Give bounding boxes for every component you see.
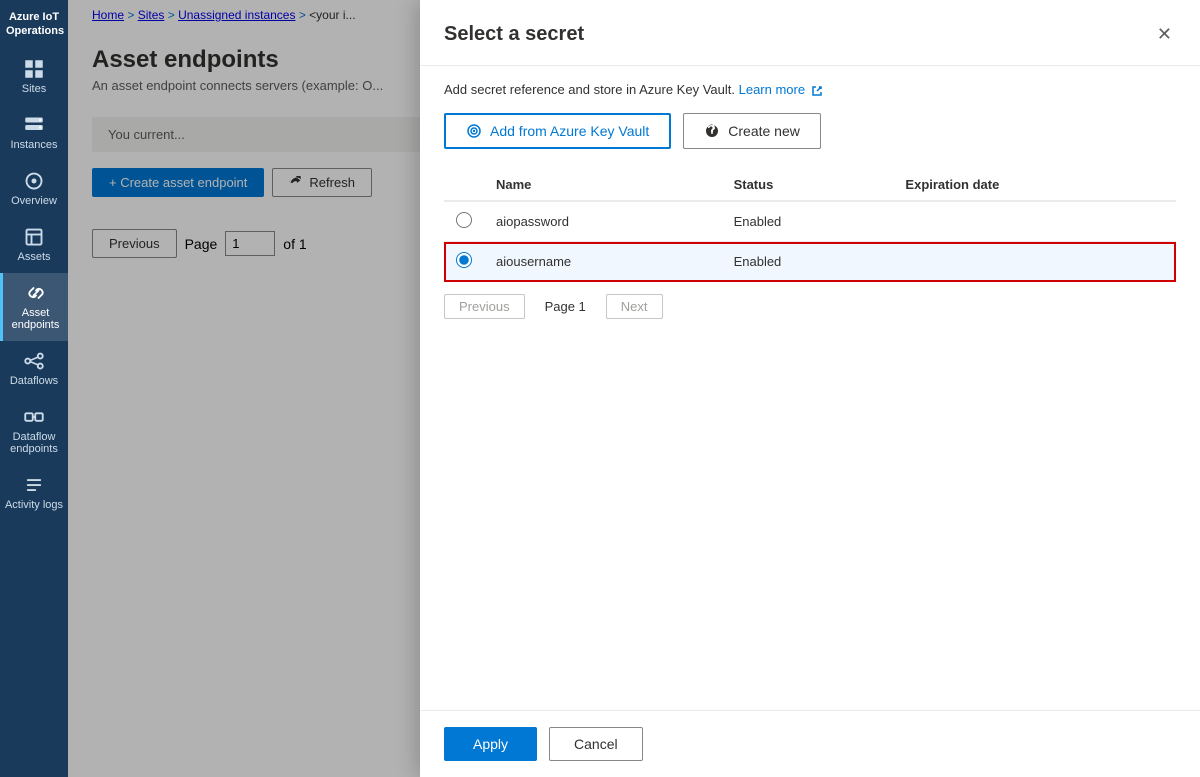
secret-name-aiopassword: aiopassword [484, 201, 722, 242]
secret-expiration-aiopassword [893, 201, 1176, 242]
sidebar-item-activity-logs[interactable]: Activity logs [0, 465, 68, 521]
dataflows-icon [24, 351, 44, 371]
sidebar-item-dataflows[interactable]: Dataflows [0, 341, 68, 397]
modal-body: Add secret reference and store in Azure … [420, 66, 1200, 710]
dataflow-endpoints-icon [24, 407, 44, 427]
add-from-keyvault-button[interactable]: Add from Azure Key Vault [444, 113, 671, 149]
sidebar-item-dataflow-endpoints-label: Dataflow endpoints [4, 431, 64, 455]
sidebar-item-overview-label: Overview [11, 195, 57, 207]
create-new-icon [704, 123, 720, 139]
secret-status-aiopassword: Enabled [722, 201, 894, 242]
modal-next-button[interactable]: Next [606, 294, 663, 319]
sidebar-item-activity-logs-label: Activity logs [5, 499, 63, 511]
sidebar-item-asset-endpoints-label: Asset endpoints [7, 307, 64, 331]
overview-icon [24, 171, 44, 191]
learn-more-link[interactable]: Learn more [739, 82, 823, 97]
radio-cell-aiopassword[interactable] [444, 201, 484, 242]
modal-panel: Select a secret ✕ Add secret reference a… [420, 0, 1200, 777]
keyvault-icon [466, 123, 482, 139]
secrets-table: Name Status Expiration date aiopassword … [444, 169, 1176, 282]
server-icon [24, 115, 44, 135]
secret-expiration-aiousername [893, 242, 1176, 282]
modal-header: Select a secret ✕ [420, 0, 1200, 66]
create-new-label: Create new [728, 123, 800, 139]
col-expiration: Expiration date [893, 169, 1176, 201]
modal-close-button[interactable]: ✕ [1153, 20, 1176, 49]
modal-page-label: Page 1 [533, 295, 598, 318]
col-name: Name [484, 169, 722, 201]
table-row-selected[interactable]: aiousername Enabled [444, 242, 1176, 282]
assets-icon [24, 227, 44, 247]
sidebar: Azure IoT Operations Sites Instances Ove… [0, 0, 68, 777]
apply-button[interactable]: Apply [444, 727, 537, 761]
sidebar-item-assets[interactable]: Assets [0, 217, 68, 273]
radio-cell-aiousername[interactable] [444, 242, 484, 282]
sidebar-item-assets-label: Assets [17, 251, 50, 263]
col-status: Status [722, 169, 894, 201]
grid-icon [24, 59, 44, 79]
sidebar-item-asset-endpoints[interactable]: Asset endpoints [0, 273, 68, 341]
modal-pagination: Previous Page 1 Next [444, 294, 1176, 319]
sidebar-item-sites-label: Sites [22, 83, 46, 95]
col-select [444, 169, 484, 201]
modal-previous-button[interactable]: Previous [444, 294, 525, 319]
external-link-icon [811, 85, 823, 97]
table-row[interactable]: aiopassword Enabled [444, 201, 1176, 242]
app-title: Azure IoT Operations [0, 0, 68, 49]
sidebar-item-dataflows-label: Dataflows [10, 375, 58, 387]
radio-aiousername[interactable] [456, 252, 472, 268]
secret-status-aiousername: Enabled [722, 242, 894, 282]
sidebar-item-instances-label: Instances [10, 139, 57, 151]
secret-name-aiousername: aiousername [484, 242, 722, 282]
table-header-row: Name Status Expiration date [444, 169, 1176, 201]
modal-footer: Apply Cancel [420, 710, 1200, 777]
sidebar-item-overview[interactable]: Overview [0, 161, 68, 217]
create-new-button[interactable]: Create new [683, 113, 821, 149]
sidebar-item-dataflow-endpoints[interactable]: Dataflow endpoints [0, 397, 68, 465]
sidebar-item-instances[interactable]: Instances [0, 105, 68, 161]
add-keyvault-label: Add from Azure Key Vault [490, 123, 649, 139]
radio-aiopassword[interactable] [456, 212, 472, 228]
modal-description: Add secret reference and store in Azure … [444, 82, 1176, 97]
activity-logs-icon [24, 475, 44, 495]
cancel-button[interactable]: Cancel [549, 727, 643, 761]
link-icon [26, 283, 46, 303]
modal-title: Select a secret [444, 23, 584, 46]
sidebar-item-sites[interactable]: Sites [0, 49, 68, 105]
modal-action-buttons: Add from Azure Key Vault Create new [444, 113, 1176, 149]
